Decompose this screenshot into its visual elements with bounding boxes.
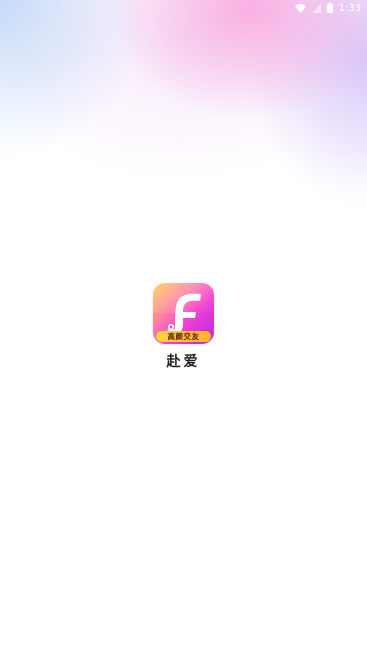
splash-screen: 1:33 高颜交友 赴爱 — [0, 0, 367, 653]
wifi-icon — [294, 3, 306, 13]
status-time: 1:33 — [338, 2, 361, 14]
battery-icon — [326, 3, 333, 13]
app-name: 赴爱 — [166, 354, 201, 370]
status-bar: 1:33 — [294, 0, 367, 16]
logo-badge: 高颜交友 — [156, 331, 211, 342]
app-logo: 高颜交友 — [153, 283, 214, 344]
signal-icon — [311, 3, 321, 13]
background-fade — [0, 150, 367, 280]
